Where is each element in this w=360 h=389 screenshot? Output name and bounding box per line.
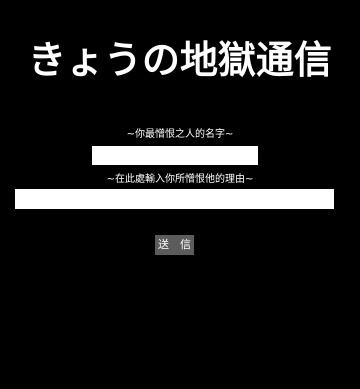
page-title: きょうの地獄通信 (27, 37, 332, 82)
name-input[interactable] (92, 146, 258, 165)
reason-input[interactable] (15, 189, 334, 209)
name-label: ~你最憎恨之人的名字~ (126, 129, 234, 140)
reason-label: ~在此處輸入你所憎恨他的理由~ (106, 174, 254, 185)
page: きょうの地獄通信 ~你最憎恨之人的名字~ ~在此處輸入你所憎恨他的理由~ 送 信 (0, 0, 360, 389)
submit-button[interactable]: 送 信 (155, 235, 194, 255)
